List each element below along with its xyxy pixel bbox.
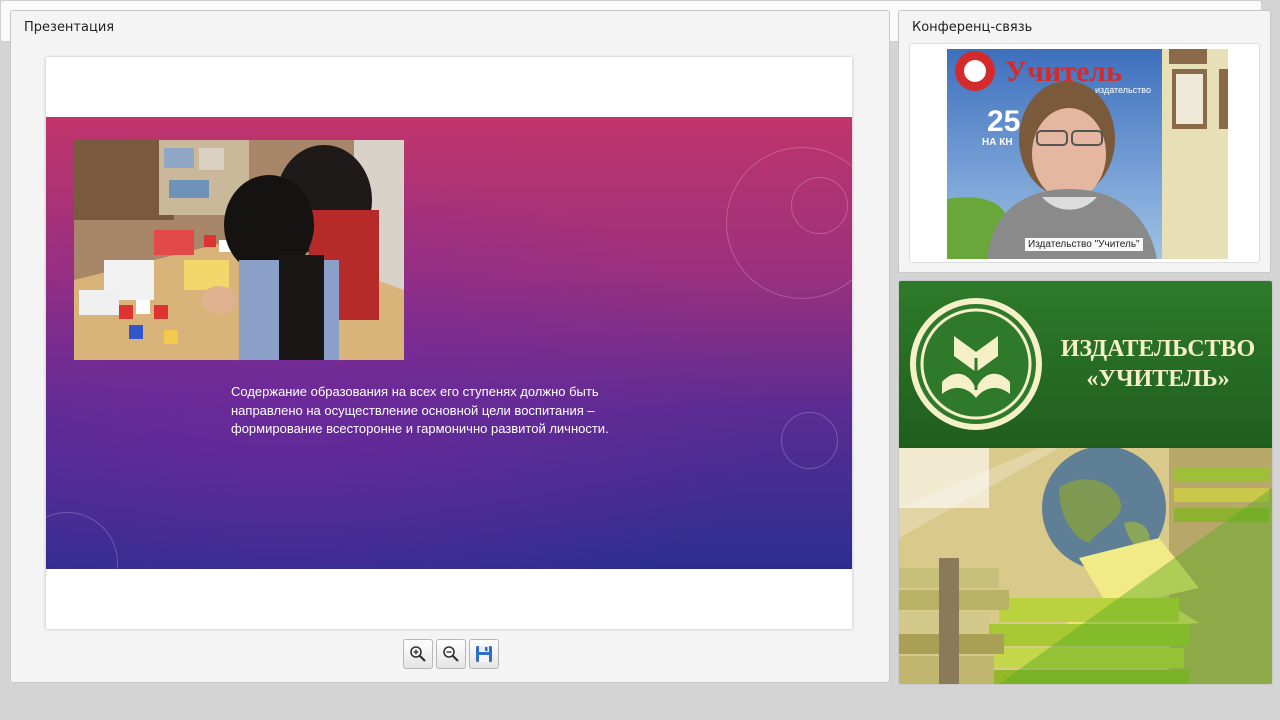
zoom-out-icon xyxy=(443,646,459,662)
webcam-video[interactable]: Учитель издательство 25 НА КН Издательст… xyxy=(947,49,1228,259)
participant-label: Издательство "Учитель" xyxy=(1025,238,1143,251)
zoom-in-icon xyxy=(410,646,426,662)
presentation-panel: Презентация Содержание образования на вс… xyxy=(10,10,890,683)
slide-decoration-circle xyxy=(781,412,838,469)
publisher-banner: ИЗДАТЕЛЬСТВО «УЧИТЕЛЬ» xyxy=(898,280,1273,685)
save-button[interactable] xyxy=(469,639,499,669)
slide-text: Содержание образования на всех его ступе… xyxy=(231,384,609,436)
zoom-in-button[interactable] xyxy=(403,639,433,669)
slide-decoration-circle xyxy=(791,177,848,234)
presentation-panel-title: Презентация xyxy=(24,20,115,35)
slide: Содержание образования на всех его ступе… xyxy=(46,117,852,569)
background-number-subtext: НА КН xyxy=(982,137,1013,148)
publisher-logo-header: ИЗДАТЕЛЬСТВО «УЧИТЕЛЬ» xyxy=(899,281,1272,448)
conference-panel: Конференц-связь Учитель издательство 25 … xyxy=(898,10,1271,273)
conference-panel-title: Конференц-связь xyxy=(912,20,1033,35)
floppy-disk-icon xyxy=(476,646,492,662)
slide-photo xyxy=(74,140,404,360)
slide-decoration-circle xyxy=(46,512,118,569)
publisher-logo-icon xyxy=(910,298,1042,430)
books-globe-image xyxy=(899,448,1272,684)
zoom-out-button[interactable] xyxy=(436,639,466,669)
background-number-text: 25 xyxy=(987,105,1020,138)
background-sign-subtext: издательство xyxy=(1095,85,1151,95)
slide-viewer: Содержание образования на всех его ступе… xyxy=(46,57,852,629)
publisher-name-line2: «УЧИТЕЛЬ» xyxy=(1086,366,1230,392)
publisher-name-line1: ИЗДАТЕЛЬСТВО xyxy=(1060,336,1256,362)
video-frame: Учитель издательство 25 НА КН Издательст… xyxy=(909,43,1260,263)
